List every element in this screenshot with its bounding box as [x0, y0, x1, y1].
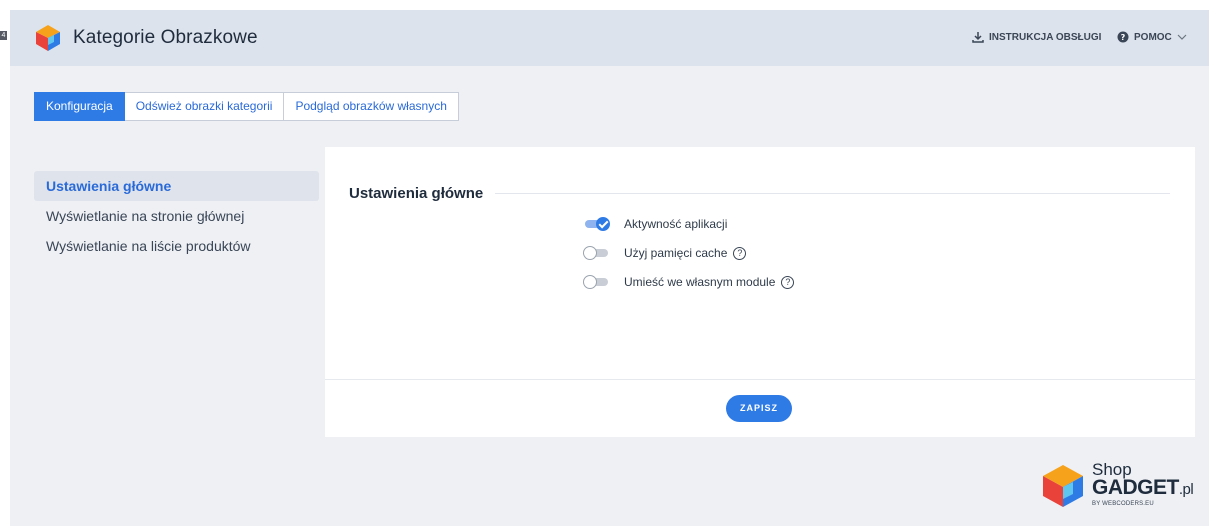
save-button[interactable]: ZAPISZ [726, 395, 792, 422]
sidebar-item-list-display[interactable]: Wyświetlanie na liście produktów [34, 231, 319, 261]
sidebar-item-main-settings[interactable]: Ustawienia główne [34, 171, 319, 201]
panel-title: Ustawienia główne [349, 185, 484, 202]
option-own-module: Umieść we własnym module ? [583, 274, 795, 290]
app-active-toggle[interactable] [583, 217, 610, 231]
tab-konfiguracja[interactable]: Konfiguracja [34, 92, 125, 121]
settings-panel: Ustawienia główne Aktywność aplikacji Uż… [325, 147, 1195, 437]
help-icon[interactable]: ? [781, 275, 795, 289]
tab-bar: Konfiguracja Odśwież obrazki kategorii P… [34, 92, 459, 121]
shopgadget-brand: Shop GADGET.pl BY WEBCODERS.EU [1040, 460, 1200, 516]
section-divider [495, 193, 1170, 194]
manual-link[interactable]: INSTRUKCJA OBSŁUGI [972, 31, 1101, 43]
brand-gadget-text: GADGET.pl [1092, 476, 1194, 499]
own-module-toggle[interactable] [583, 275, 609, 289]
option-label: Umieść we własnym module [624, 275, 776, 289]
edge-tab-marker: 4 [0, 31, 7, 40]
cube-logo-icon [36, 25, 60, 51]
help-menu-label: POMOC [1134, 31, 1172, 43]
option-label: Użyj pamięci cache [624, 246, 728, 260]
chevron-down-icon [1177, 34, 1187, 40]
brand-by-text: BY WEBCODERS.EU [1092, 501, 1154, 507]
option-label: Aktywność aplikacji [624, 217, 728, 231]
shopgadget-logo-icon [1043, 465, 1083, 507]
svg-text:?: ? [1121, 33, 1126, 42]
question-circle-icon: ? [1117, 31, 1129, 43]
app-title: Kategorie Obrazkowe [73, 27, 258, 48]
help-icon[interactable]: ? [733, 246, 747, 260]
manual-link-label: INSTRUKCJA OBSŁUGI [989, 31, 1102, 43]
option-cache: Użyj pamięci cache ? [583, 245, 747, 261]
app-header: Kategorie Obrazkowe INSTRUKCJA OBSŁUGI ?… [10, 10, 1209, 66]
download-icon [972, 32, 984, 43]
settings-sidebar: Ustawienia główne Wyświetlanie na stroni… [34, 171, 319, 261]
cache-toggle[interactable] [583, 246, 609, 260]
sidebar-item-home-display[interactable]: Wyświetlanie na stronie głównej [34, 201, 319, 231]
help-menu[interactable]: ? POMOC [1117, 31, 1187, 43]
tab-refresh-images[interactable]: Odśwież obrazki kategorii [124, 92, 285, 121]
tab-preview-images[interactable]: Podgląd obrazków własnych [284, 92, 459, 121]
option-app-active: Aktywność aplikacji [583, 216, 727, 232]
